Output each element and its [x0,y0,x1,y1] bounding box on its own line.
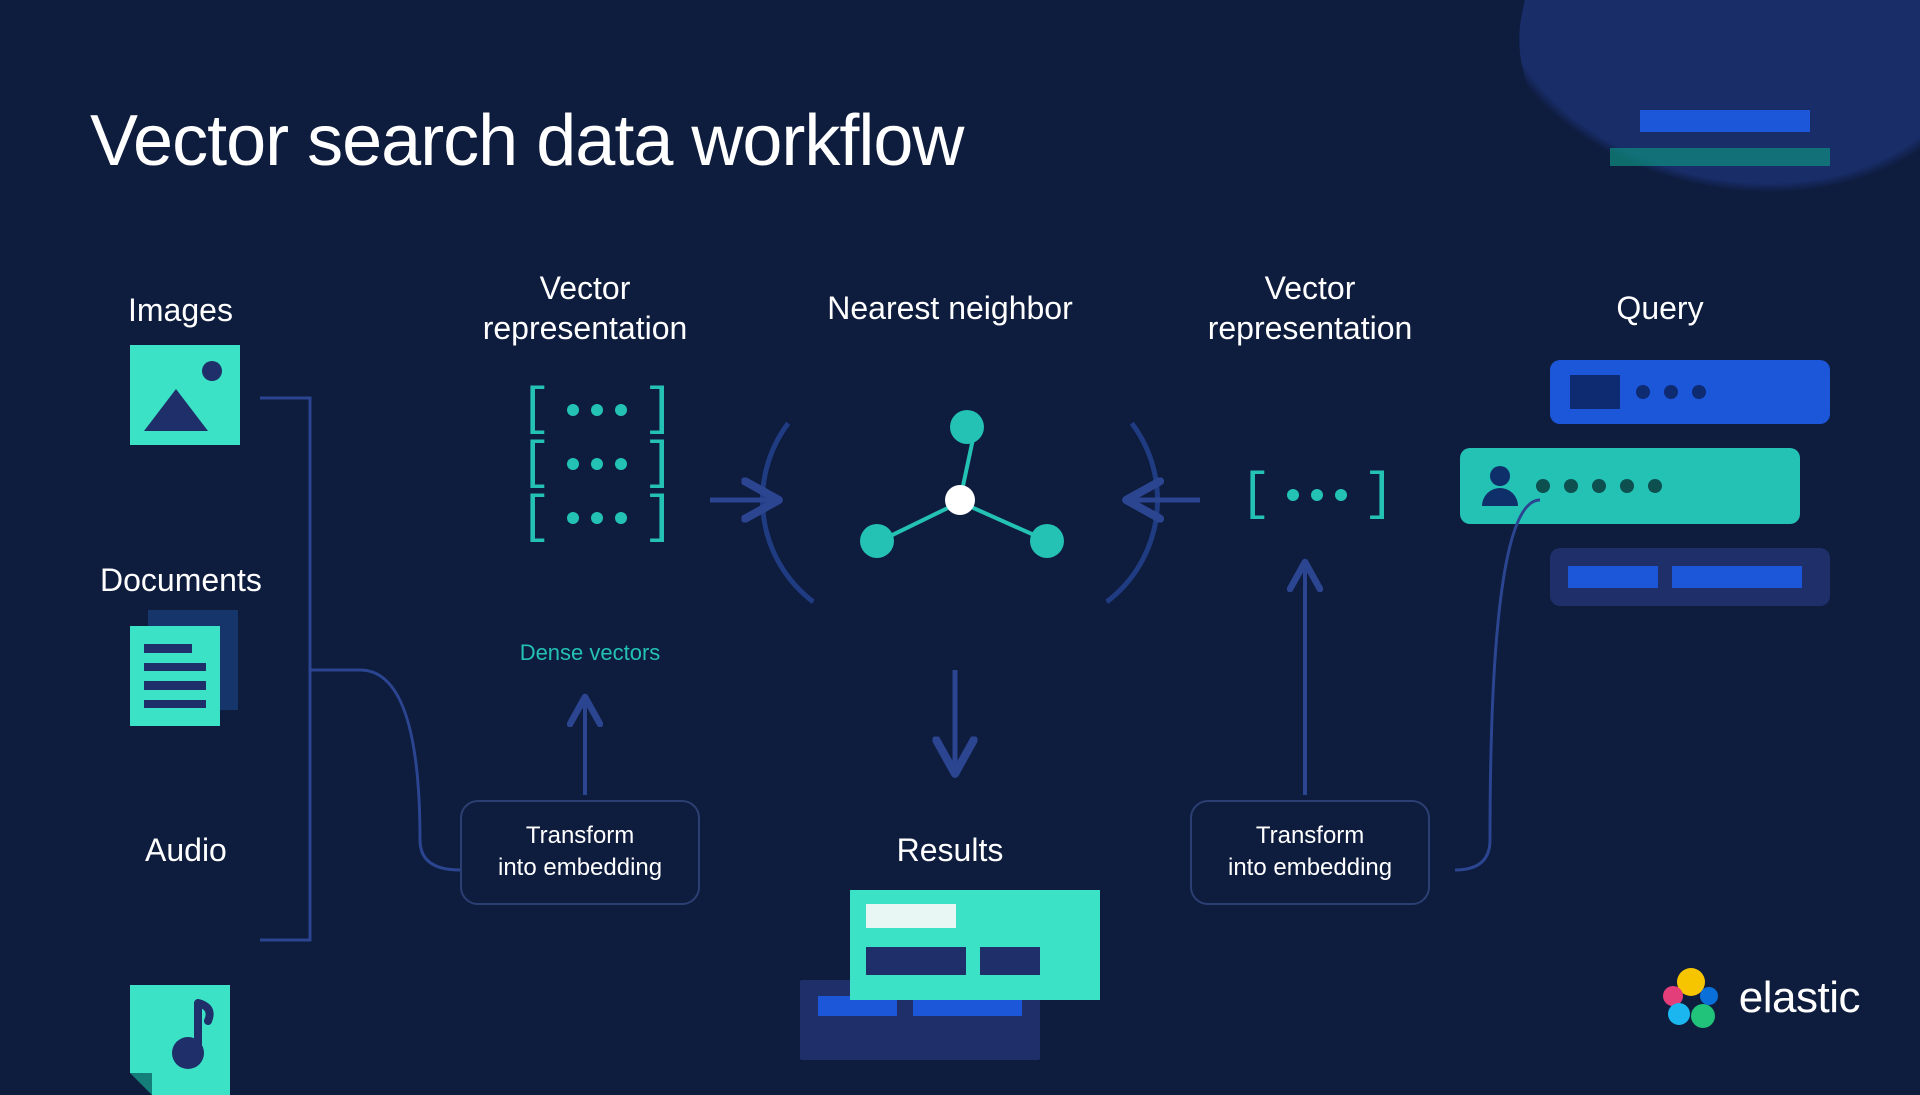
dense-vectors-icon: [] [] [] [520,390,674,538]
query-card-3 [1550,548,1830,606]
decorative-blob [1486,0,1920,290]
query-vector-icon: [] [1240,475,1394,515]
page-title: Vector search data workflow [90,100,963,182]
label-query: Query [1550,288,1770,328]
results-icon [800,890,1100,1060]
decorative-bar-teal [1610,148,1830,166]
transform-box-left: Transform into embedding [460,800,700,905]
label-nearest-neighbor: Nearest neighbor [790,288,1110,328]
elastic-logo-icon [1659,966,1723,1030]
label-images: Images [128,290,233,330]
label-documents: Documents [100,560,262,600]
elastic-logo-text: elastic [1739,973,1860,1023]
label-dense-vectors: Dense vectors [510,640,670,666]
elastic-logo: elastic [1659,966,1860,1030]
query-card-1 [1550,360,1830,424]
document-icon [130,610,250,730]
label-results: Results [800,830,1100,870]
transform-box-right: Transform into embedding [1190,800,1430,905]
label-vector-rep-right: Vector representation [1180,268,1440,348]
label-vector-rep-left: Vector representation [455,268,715,348]
decorative-bar-blue [1640,110,1810,132]
label-audio: Audio [145,830,227,870]
nearest-neighbor-icon [800,370,1120,630]
query-card-2 [1460,448,1800,524]
image-icon [130,345,240,445]
audio-icon [130,985,230,1095]
